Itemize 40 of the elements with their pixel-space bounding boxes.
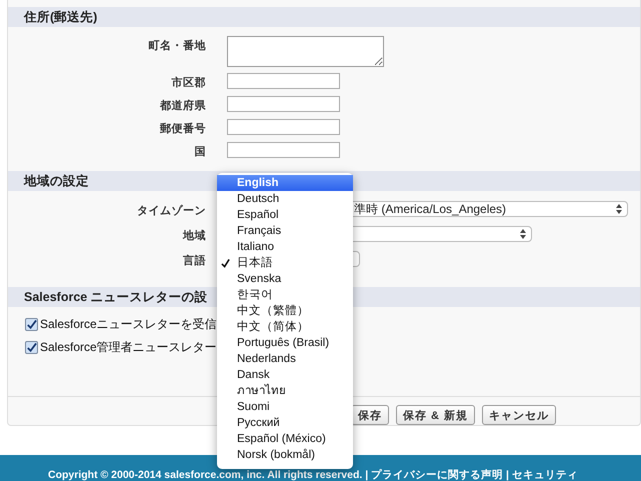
- menu-item[interactable]: Norsk (bokmål): [217, 447, 353, 463]
- checkbox[interactable]: [25, 341, 38, 354]
- menu-item[interactable]: Dansk: [217, 367, 353, 383]
- menu-item[interactable]: Русский: [217, 415, 353, 431]
- section-header: 住所(郵送先): [8, 7, 640, 27]
- menu-item[interactable]: Nederlands: [217, 351, 353, 367]
- menu-item[interactable]: ภาษาไทย: [217, 383, 353, 399]
- field-label: 言語: [182, 254, 206, 268]
- updown-arrows-icon: [616, 204, 622, 214]
- form-button[interactable]: 保存 & 新規: [396, 405, 476, 425]
- checkbox-label: Salesforceニュースレターを受信: [40, 316, 217, 333]
- menu-item[interactable]: Italiano: [217, 239, 353, 255]
- field-label: 町名・番地: [148, 38, 206, 53]
- menu-item[interactable]: Português (Brasil): [217, 335, 353, 351]
- field-label: 都道府県: [158, 98, 206, 113]
- form-button[interactable]: 保存: [351, 405, 389, 425]
- menu-item[interactable]: 中文（简体）: [217, 319, 353, 335]
- menu-item[interactable]: Español (México): [217, 431, 353, 447]
- field-label: 郵便番号: [158, 122, 206, 136]
- menu-item[interactable]: Français: [217, 223, 353, 239]
- footer-text: Copyright © 2000-2014 salesforce.com, inc. All rights reserved. | プライバシーに関する声明 | セキュリティ: [48, 469, 578, 481]
- updown-arrows-icon: [520, 229, 526, 239]
- checkbox[interactable]: [25, 318, 38, 331]
- text-field[interactable]: [227, 96, 340, 112]
- address-textarea[interactable]: [227, 36, 384, 67]
- text-field[interactable]: [227, 119, 340, 135]
- checkmark-icon: [221, 258, 230, 268]
- text-field[interactable]: [227, 73, 340, 89]
- field-label: 国: [194, 145, 206, 159]
- text-field[interactable]: [227, 142, 340, 158]
- field-label: タイムゾーン: [136, 204, 206, 218]
- field-label: 地域: [182, 228, 206, 243]
- menu-item[interactable]: Suomi: [217, 399, 353, 415]
- menu-item[interactable]: English: [217, 175, 353, 191]
- field-label: 市区郡: [170, 76, 206, 90]
- form-button[interactable]: キャンセル: [482, 405, 556, 425]
- menu-item[interactable]: 한국어: [217, 287, 353, 303]
- menu-item[interactable]: 日本語: [217, 255, 353, 271]
- menu-item[interactable]: Svenska: [217, 271, 353, 287]
- checkbox-label: Salesforce管理者ニュースレター: [40, 339, 217, 356]
